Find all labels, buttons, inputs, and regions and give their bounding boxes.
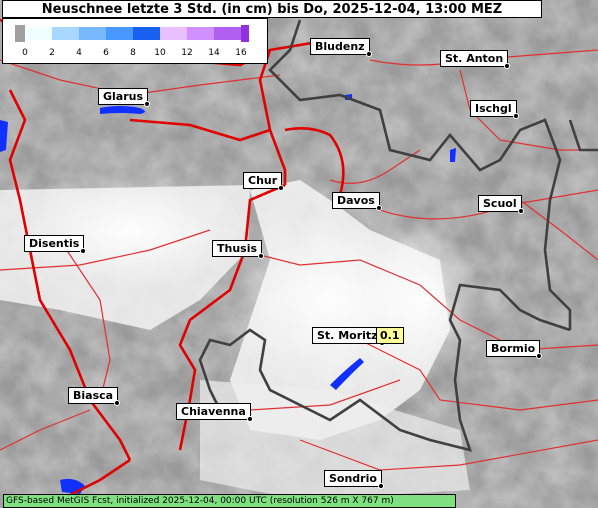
place-label-thusis[interactable]: Thusis xyxy=(212,240,265,259)
legend-max-swatch xyxy=(241,25,249,42)
legend-tick-label: 16 xyxy=(235,48,247,58)
place-label-bormio[interactable]: Bormio xyxy=(486,340,543,359)
terrain-layer xyxy=(0,0,598,508)
place-label-st-anton[interactable]: St. Anton xyxy=(440,50,511,69)
legend-swatch xyxy=(187,27,214,40)
legend-tick-label: 8 xyxy=(130,48,136,58)
place-label-disentis[interactable]: Disentis xyxy=(24,235,87,254)
legend-swatch xyxy=(133,27,160,40)
legend-swatch xyxy=(160,27,187,40)
legend: 0 2 4 6 8 10 12 14 16 xyxy=(2,18,268,64)
place-label-chiavenna[interactable]: Chiavenna xyxy=(176,403,253,422)
legend-tick-label: 6 xyxy=(103,48,109,58)
place-label-davos[interactable]: Davos xyxy=(332,192,382,211)
legend-swatch xyxy=(79,27,106,40)
place-label-bludenz[interactable]: Bludenz xyxy=(310,38,372,57)
place-label-sondrio[interactable]: Sondrio xyxy=(324,470,384,489)
legend-swatch xyxy=(214,27,241,40)
snow-map: Neuschnee letzte 3 Std. (in cm) bis Do, … xyxy=(0,0,598,508)
snow-area-glow-3 xyxy=(360,220,480,380)
legend-tick-label: 4 xyxy=(76,48,82,58)
legend-tick-label: 2 xyxy=(49,48,55,58)
lake-inn xyxy=(450,148,456,162)
snow-area-glow-2 xyxy=(10,170,250,290)
snowfall-value-badge: 0.1 xyxy=(376,327,404,344)
legend-swatch xyxy=(25,27,52,40)
legend-tick-label: 14 xyxy=(208,48,220,58)
legend-tick-label: 12 xyxy=(181,48,192,58)
place-label-scuol[interactable]: Scuol xyxy=(478,195,524,214)
legend-colorbar: 0 2 4 6 8 10 12 14 16 xyxy=(15,25,249,58)
legend-swatch xyxy=(106,27,133,40)
legend-swatch xyxy=(52,27,79,40)
place-label-glarus[interactable]: Glarus xyxy=(98,88,151,107)
place-label-biasca[interactable]: Biasca xyxy=(68,387,121,406)
legend-nodata-swatch xyxy=(15,25,25,42)
place-label-ischgl[interactable]: Ischgl xyxy=(470,100,519,119)
model-footer: GFS-based MetGIS Fcst, initialized 2025-… xyxy=(3,494,456,508)
map-title: Neuschnee letzte 3 Std. (in cm) bis Do, … xyxy=(2,0,542,18)
place-label-chur[interactable]: Chur xyxy=(243,172,285,191)
legend-tick-label: 10 xyxy=(154,48,166,58)
legend-tick-label: 0 xyxy=(22,48,28,58)
place-label-st-moritz[interactable]: St. Moritz xyxy=(312,327,385,346)
